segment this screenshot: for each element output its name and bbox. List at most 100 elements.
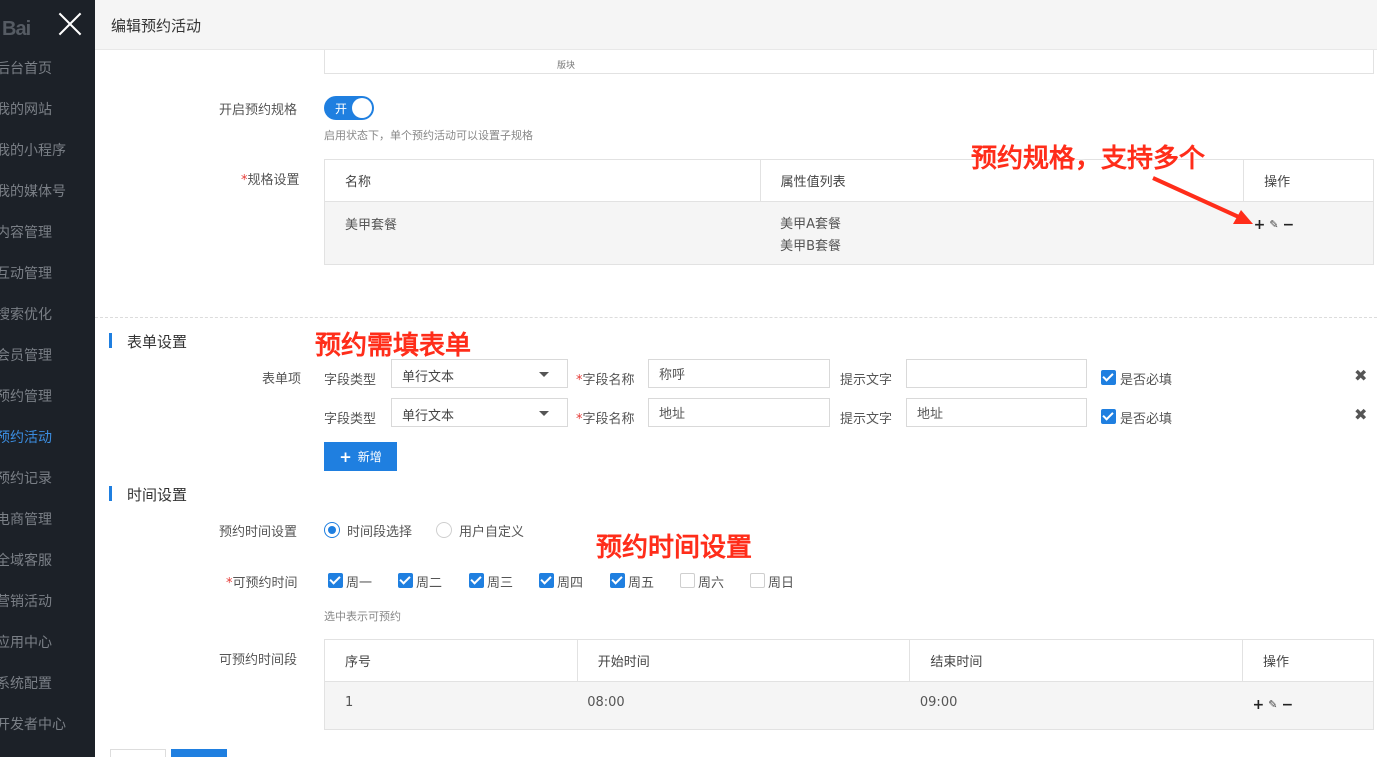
- cancel-button[interactable]: [110, 749, 166, 757]
- spec-col-name: 名称: [324, 159, 761, 202]
- slots-col-start: 开始时间: [576, 639, 911, 682]
- sidebar-item-system-config[interactable]: 系统配置: [0, 673, 95, 693]
- sidebar-item-my-site[interactable]: 我的网站: [0, 99, 95, 119]
- plus-icon[interactable]: +: [1253, 698, 1265, 712]
- sidebar: Bai 后台首页 我的网站 我的小程序 我的媒体号 内容管理 互动管理 搜索优化…: [0, 0, 95, 757]
- pencil-icon[interactable]: ✎: [1268, 698, 1277, 712]
- minus-icon[interactable]: −: [1282, 698, 1294, 712]
- sidebar-item-members[interactable]: 会员管理: [0, 345, 95, 365]
- hint-text-input[interactable]: [906, 398, 1087, 427]
- day-checkbox-tue[interactable]: [398, 573, 413, 588]
- required-checkbox[interactable]: [1101, 370, 1116, 385]
- slot-index: 1: [324, 681, 578, 730]
- add-field-button[interactable]: + 新增: [324, 442, 397, 471]
- day-checkbox-sat[interactable]: [680, 573, 695, 588]
- field-type-select[interactable]: 单行文本: [391, 398, 568, 427]
- table-row: 1 08:00 09:00 + ✎ −: [324, 681, 1374, 730]
- field-name-label: *字段名称: [576, 373, 635, 388]
- spec-row-name: 美甲套餐: [324, 201, 761, 265]
- sidebar-item-booking-manage[interactable]: 预约管理: [0, 386, 95, 406]
- required-label: 是否必填: [1120, 373, 1173, 388]
- day-checkbox-thu[interactable]: [539, 573, 554, 588]
- day-label: 周一: [346, 576, 373, 591]
- field-type-label: 字段类型: [324, 412, 377, 427]
- sidebar-item-booking-activity[interactable]: 预约活动: [0, 427, 95, 447]
- field-type-value: 单行文本: [402, 370, 455, 385]
- field-name-input[interactable]: [648, 398, 830, 427]
- day-checkbox-fri[interactable]: [610, 573, 625, 588]
- top-section-box: 版块: [324, 50, 1374, 74]
- annotation-spec: 预约规格，支持多个: [971, 144, 1206, 174]
- save-button[interactable]: [171, 749, 227, 757]
- day-label: 周二: [416, 576, 443, 591]
- field-name-label: *字段名称: [576, 412, 635, 427]
- day-label: 周四: [557, 576, 584, 591]
- slot-ops: + ✎ −: [1242, 681, 1374, 730]
- pencil-icon[interactable]: ✎: [1269, 218, 1278, 232]
- hint-text-input[interactable]: [906, 359, 1087, 388]
- day-label: 周三: [487, 576, 514, 591]
- close-icon[interactable]: [54, 8, 86, 40]
- sidebar-item-app-center[interactable]: 应用中心: [0, 632, 95, 652]
- sidebar-item-developer[interactable]: 开发者中心: [0, 714, 95, 734]
- sidebar-item-home[interactable]: 后台首页: [0, 58, 95, 78]
- hint-text-label: 提示文字: [840, 373, 893, 388]
- days-hint: 选中表示可预约: [324, 610, 401, 623]
- day-checkbox-wed[interactable]: [469, 573, 484, 588]
- form-section-title: 表单设置: [109, 331, 187, 352]
- chevron-down-icon: [539, 411, 549, 416]
- days-label: *可预约时间: [226, 576, 298, 591]
- sidebar-item-seo[interactable]: 搜索优化: [0, 304, 95, 324]
- form-item-label: 表单项: [262, 372, 302, 387]
- sidebar-item-ecommerce[interactable]: 电商管理: [0, 509, 95, 529]
- time-slots-table: 序号 开始时间 结束时间 操作 1 08:00 09:00 + ✎ −: [324, 639, 1374, 730]
- sidebar-item-content[interactable]: 内容管理: [0, 222, 95, 242]
- delete-row-icon[interactable]: ✖: [1354, 405, 1367, 424]
- page-title: 编辑预约活动: [111, 17, 202, 35]
- slots-label: 可预约时间段: [219, 653, 298, 668]
- field-type-select[interactable]: 单行文本: [391, 359, 568, 388]
- day-label: 周六: [698, 576, 725, 591]
- slots-col-index: 序号: [324, 639, 578, 682]
- sidebar-item-booking-records[interactable]: 预约记录: [0, 468, 95, 488]
- sidebar-item-mini-program[interactable]: 我的小程序: [0, 140, 95, 160]
- radio-time-slot[interactable]: [324, 522, 340, 538]
- page-header: 编辑预约活动: [95, 0, 1377, 50]
- minus-icon[interactable]: −: [1283, 218, 1295, 232]
- field-type-label: 字段类型: [324, 373, 377, 388]
- radio-time-slot-label: 时间段选择: [347, 525, 413, 540]
- day-label: 周五: [628, 576, 655, 591]
- sidebar-item-customer-service[interactable]: 全域客服: [0, 550, 95, 570]
- top-box-caption: 版块: [557, 61, 576, 71]
- annotation-time: 预约时间设置: [596, 533, 753, 563]
- enable-spec-switch[interactable]: 开: [324, 96, 374, 120]
- switch-knob: [352, 98, 372, 118]
- add-button-label: 新增: [357, 450, 382, 464]
- radio-user-defined[interactable]: [436, 522, 452, 538]
- slot-end: 09:00: [909, 681, 1243, 730]
- spec-value: 美甲B套餐: [780, 239, 841, 254]
- required-checkbox[interactable]: [1101, 409, 1116, 424]
- slots-col-ops: 操作: [1242, 639, 1374, 682]
- slot-start: 08:00: [577, 681, 910, 730]
- day-label: 周日: [768, 576, 795, 591]
- time-mode-label: 预约时间设置: [219, 525, 298, 540]
- sidebar-item-interaction[interactable]: 互动管理: [0, 263, 95, 283]
- radio-user-defined-label: 用户自定义: [459, 525, 525, 540]
- spec-hint: 启用状态下，单个预约活动可以设置子规格: [324, 129, 533, 142]
- required-label: 是否必填: [1120, 412, 1173, 427]
- main-content: 版块 开启预约规格 开 启用状态下，单个预约活动可以设置子规格 *规格设置 名称…: [95, 50, 1377, 757]
- logo-text: Bai: [2, 18, 31, 40]
- sidebar-item-media-account[interactable]: 我的媒体号: [0, 181, 95, 201]
- field-name-input[interactable]: [648, 359, 830, 388]
- day-checkbox-mon[interactable]: [328, 573, 343, 588]
- enable-spec-label: 开启预约规格: [219, 103, 298, 118]
- day-checkbox-sun[interactable]: [750, 573, 765, 588]
- spec-settings-label: *规格设置: [241, 173, 300, 188]
- sidebar-item-marketing[interactable]: 营销活动: [0, 591, 95, 611]
- hint-text-label: 提示文字: [840, 412, 893, 427]
- section-divider: [95, 317, 1377, 318]
- time-section-title: 时间设置: [109, 484, 187, 505]
- delete-row-icon[interactable]: ✖: [1354, 366, 1367, 385]
- switch-text: 开: [335, 102, 348, 116]
